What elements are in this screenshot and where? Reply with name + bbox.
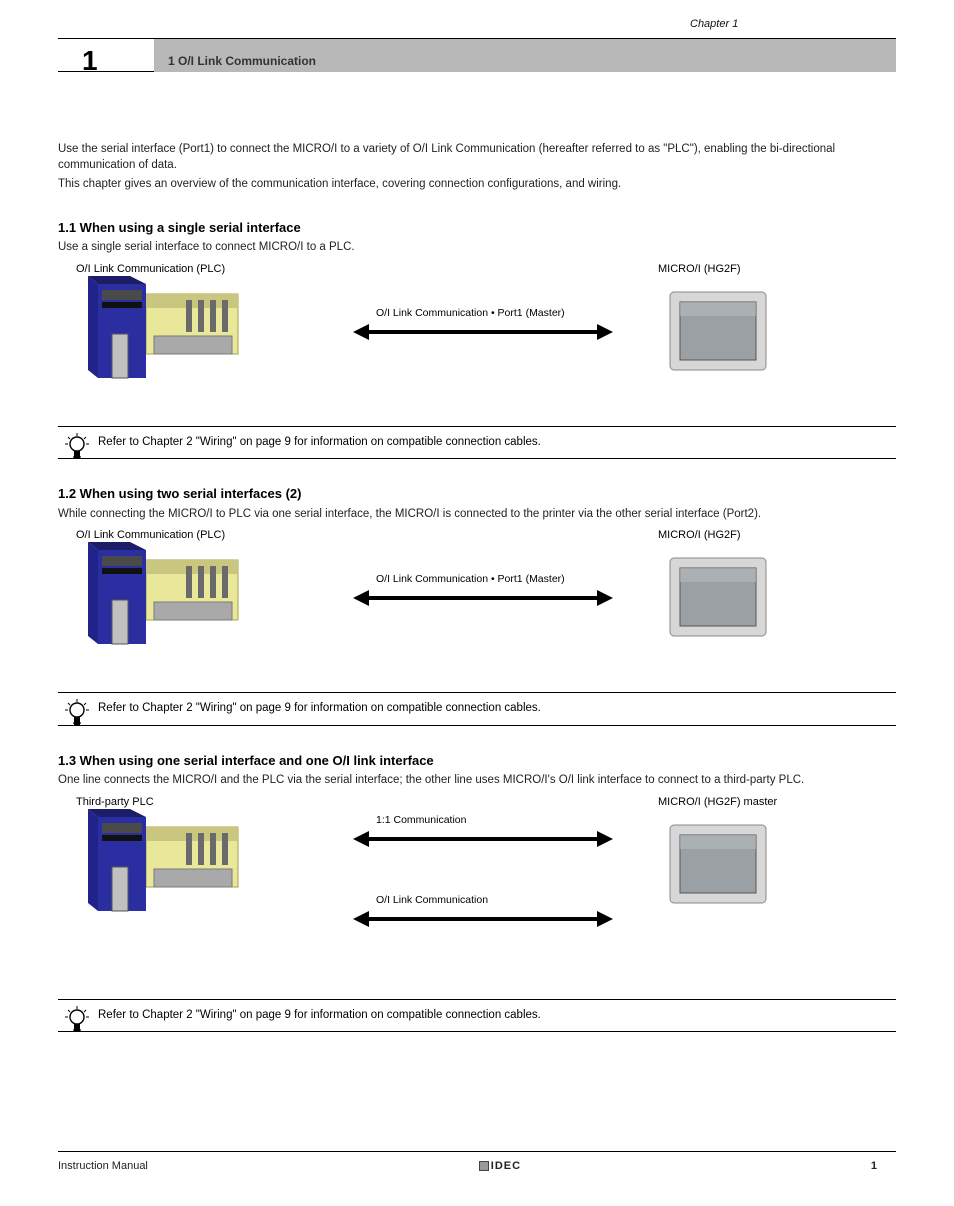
hmi-label: MICRO/I (HG2F) bbox=[658, 262, 741, 277]
arrow-caption: O/I Link Communication • Port1 (Master) bbox=[376, 572, 565, 586]
arrow-icon-b bbox=[353, 911, 613, 927]
arrow-caption: O/I Link Communication • Port1 (Master) bbox=[376, 306, 565, 320]
banner-subtitle: 1 O/I Link Communication bbox=[168, 54, 316, 68]
plc-icon bbox=[88, 809, 248, 925]
diagram-3: Third-party PLC 1:1 Communication bbox=[88, 799, 896, 989]
diagram-1: O/I Link Communication (PLC) O/I Link Co… bbox=[88, 266, 896, 416]
diagram-2: O/I Link Communication (PLC) O/I Link Co… bbox=[88, 532, 896, 682]
chapter-line: Chapter 1 bbox=[690, 18, 738, 30]
hmi-label: MICRO/I (HG2F) bbox=[658, 528, 741, 543]
intro-p2: This chapter gives an overview of the co… bbox=[58, 177, 896, 193]
arrow-caption-b: O/I Link Communication bbox=[376, 893, 488, 907]
arrow-icon-a bbox=[353, 831, 613, 847]
hint-text: Refer to Chapter 2 "Wiring" on page 9 fo… bbox=[98, 702, 541, 714]
section-title-3: 1.3 When using one serial interface and … bbox=[58, 752, 896, 770]
hmi-icon bbox=[668, 290, 768, 378]
section-title-2: 1.2 When using two serial interfaces (2) bbox=[58, 485, 896, 503]
plc-icon bbox=[88, 276, 248, 392]
hint-box-3: Refer to Chapter 2 "Wiring" on page 9 fo… bbox=[58, 999, 896, 1033]
hint-text: Refer to Chapter 2 "Wiring" on page 9 fo… bbox=[98, 436, 541, 448]
idec-logo: IDEC bbox=[479, 1160, 521, 1172]
plc-label: O/I Link Communication (PLC) bbox=[76, 262, 225, 277]
header-left-box bbox=[58, 39, 154, 72]
plc-icon bbox=[88, 542, 248, 658]
hint-box-1: Refer to Chapter 2 "Wiring" on page 9 fo… bbox=[58, 426, 896, 460]
arrow-caption-a: 1:1 Communication bbox=[376, 813, 466, 827]
section-title-1: 1.1 When using a single serial interface bbox=[58, 219, 896, 237]
hmi-label: MICRO/I (HG2F) master bbox=[658, 795, 777, 810]
arrow-icon bbox=[353, 324, 613, 340]
page-footer: Instruction Manual IDEC 1 bbox=[58, 1151, 896, 1172]
lightbulb-icon bbox=[64, 1006, 90, 1036]
lightbulb-icon bbox=[64, 699, 90, 729]
plc-label: O/I Link Communication (PLC) bbox=[76, 528, 225, 543]
logo-square-icon bbox=[479, 1161, 489, 1171]
content-area: Use the serial interface (Port1) to conn… bbox=[58, 72, 896, 1032]
plc-label: Third-party PLC bbox=[76, 795, 154, 810]
hmi-icon bbox=[668, 556, 768, 644]
section-desc-3: One line connects the MICRO/I and the PL… bbox=[58, 773, 896, 789]
intro-p1: Use the serial interface (Port1) to conn… bbox=[58, 142, 896, 173]
hmi-icon bbox=[668, 823, 768, 911]
section-desc-2: While connecting the MICRO/I to PLC via … bbox=[58, 507, 896, 523]
chapter-number: 1 bbox=[82, 45, 98, 77]
page-number: 1 bbox=[852, 1160, 896, 1172]
lightbulb-icon bbox=[64, 433, 90, 463]
arrow-icon bbox=[353, 590, 613, 606]
manual-title: Instruction Manual bbox=[58, 1160, 148, 1172]
section-desc-1: Use a single serial interface to connect… bbox=[58, 240, 896, 256]
hint-text: Refer to Chapter 2 "Wiring" on page 9 fo… bbox=[98, 1009, 541, 1021]
hint-box-2: Refer to Chapter 2 "Wiring" on page 9 fo… bbox=[58, 692, 896, 726]
